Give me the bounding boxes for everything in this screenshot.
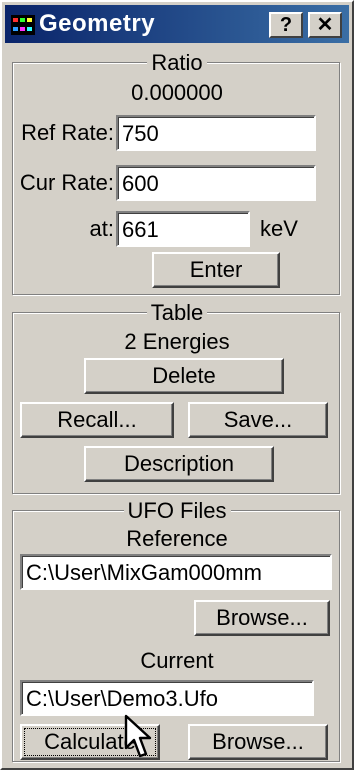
table-group-title: Table [146,300,208,325]
ratio-group-title: Ratio [147,50,207,75]
cur-rate-input[interactable]: 600 [116,165,316,201]
description-button[interactable]: Description [84,446,274,482]
ratio-value: 0.000000 [131,80,223,105]
energies-count: 2 Energies [124,329,230,354]
recall-button[interactable]: Recall... [20,402,174,438]
browse-reference-button[interactable]: Browse... [194,600,330,636]
help-button[interactable]: ? [269,12,303,38]
current-file-input[interactable]: C:\User\Demo3.Ufo [20,680,314,716]
energy-unit: keV [260,216,298,241]
current-label: Current [140,648,214,673]
geometry-window: Geometry ? ✕ Ratio 0.000000 Ref Rate: 75… [0,0,354,770]
ref-rate-label: Ref Rate: [21,120,114,145]
close-button[interactable]: ✕ [308,12,342,38]
app-icon [11,15,35,35]
energy-input[interactable]: 661 [116,211,250,247]
browse-current-button[interactable]: Browse... [188,724,328,760]
reference-file-input[interactable]: C:\User\MixGam000mm [20,554,332,590]
delete-button[interactable]: Delete [84,358,284,394]
cur-rate-label: Cur Rate: [19,170,114,195]
ref-rate-input[interactable]: 750 [116,115,316,151]
save-button[interactable]: Save... [188,402,328,438]
window-title: Geometry [39,10,156,37]
mouse-cursor-icon [124,714,152,758]
title-bar[interactable]: Geometry ? ✕ [5,5,349,43]
energy-at-label: at: [89,216,114,241]
enter-button[interactable]: Enter [152,252,280,288]
reference-label: Reference [126,526,228,551]
ufo-files-group-title: UFO Files [123,498,231,523]
